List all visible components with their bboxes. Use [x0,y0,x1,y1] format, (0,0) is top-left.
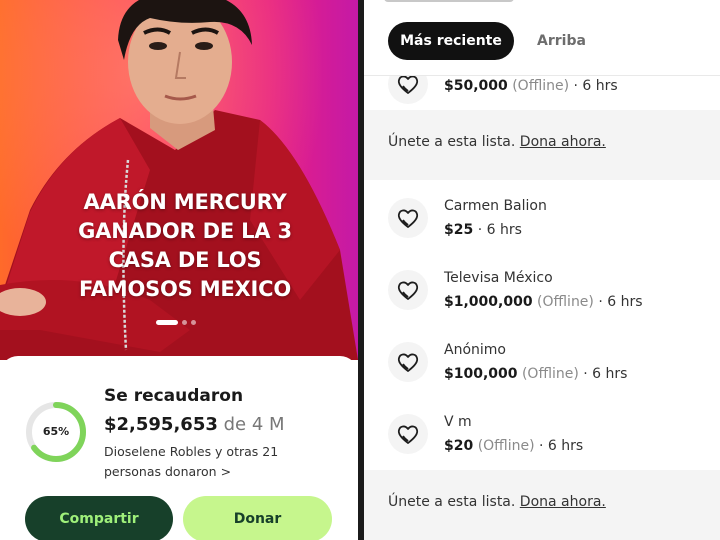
goal-amount: 4 M [251,414,285,435]
hero-title-line: GANADOR DE LA 3 [78,219,292,243]
donation-details: $100,000 (Offline) · 6 hrs [444,366,627,382]
donation-offline-tag: (Offline) [477,438,535,454]
donation-heart-icon [388,270,428,310]
donations-pane: $50,000 (Offline) · 6 hrs Más reciente A… [364,0,720,540]
raised-separator: de [223,414,247,435]
share-button[interactable]: Compartir [25,496,173,540]
donation-offline-tag: (Offline) [512,78,570,94]
person-photo [0,0,358,360]
donation-item: Carmen Balion $25 · 6 hrs [364,198,720,270]
campaign-pane: AARÓN MERCURY GANADOR DE LA 3 CASA DE LO… [0,0,358,540]
carousel-dot-active[interactable] [156,320,178,325]
carousel-dot[interactable] [191,320,196,325]
donation-amount: $25 [444,222,474,238]
join-list-text: Únete a esta lista. Dona ahora. [388,134,606,150]
progress-percent: 65% [42,425,70,438]
join-list-text: Únete a esta lista. Dona ahora. [388,494,606,510]
donor-name: V m [444,414,472,430]
donation-amount: $100,000 [444,366,518,382]
donation-details: $25 · 6 hrs [444,222,522,238]
donation-item: Anónimo $100,000 (Offline) · 6 hrs [364,342,720,414]
donors-link[interactable]: Dioselene Robles y otras 21 personas don… [104,442,304,482]
donation-time: · 6 hrs [598,294,643,310]
sort-tabs: Más reciente Arriba [364,0,720,76]
donate-now-link[interactable]: Dona ahora. [520,494,606,510]
carousel-dot[interactable] [182,320,187,325]
donation-amount: $50,000 [444,78,508,94]
carousel-dots [156,320,196,325]
hero-title-line: FAMOSOS MEXICO [78,277,292,301]
donation-time: · 6 hrs [539,438,584,454]
hero-title-line: CASA DE LOS [108,248,262,272]
hero-title: AARÓN MERCURY GANADOR DE LA 3 CASA DE LO… [40,188,330,304]
join-list-prefix: Únete a esta lista. [388,134,516,150]
donation-time: · 6 hrs [477,222,522,238]
tab-most-recent[interactable]: Más reciente [388,22,514,60]
donation-amount: $20 [444,438,474,454]
raised-line: $2,595,653 de 4 M [104,414,285,435]
header-edge [384,0,514,2]
raised-heading: Se recaudaron [104,386,244,406]
donation-heart-icon [388,414,428,454]
donation-heart-icon [388,198,428,238]
donation-amount: $1,000,000 [444,294,533,310]
donor-name: Anónimo [444,342,506,358]
donate-now-link[interactable]: Dona ahora. [520,134,606,150]
tab-top[interactable]: Arriba [537,22,586,60]
donation-time: · 6 hrs [573,78,618,94]
campaign-hero-image[interactable]: AARÓN MERCURY GANADOR DE LA 3 CASA DE LO… [0,0,358,360]
raised-amount: $2,595,653 [104,414,218,435]
donation-item: Televisa México $1,000,000 (Offline) · 6… [364,270,720,342]
donor-name: Carmen Balion [444,198,547,214]
join-list-prefix: Únete a esta lista. [388,494,516,510]
hero-title-line: AARÓN MERCURY [83,190,287,214]
donate-button[interactable]: Donar [183,496,332,540]
donation-offline-tag: (Offline) [521,366,579,382]
join-list-banner: Únete a esta lista. Dona ahora. [364,470,720,540]
donor-name: Televisa México [444,270,553,286]
donation-heart-icon [388,342,428,382]
donation-details: $1,000,000 (Offline) · 6 hrs [444,294,643,310]
donation-details: $20 (Offline) · 6 hrs [444,438,583,454]
donation-offline-tag: (Offline) [537,294,594,310]
donation-details: $50,000 (Offline) · 6 hrs [444,78,618,94]
donation-time: · 6 hrs [583,366,628,382]
join-list-banner: Únete a esta lista. Dona ahora. [364,110,720,180]
